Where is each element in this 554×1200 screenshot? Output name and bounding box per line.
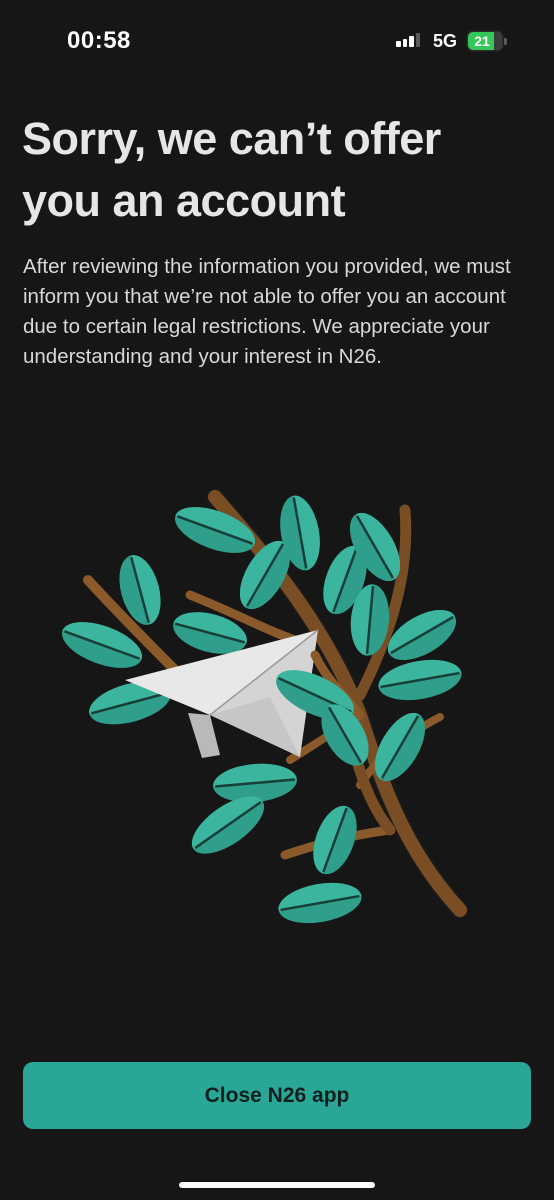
battery-tip	[504, 38, 507, 45]
status-bar: 00:58 5G 21	[0, 0, 554, 84]
close-app-button[interactable]: Close N26 app	[23, 1062, 531, 1129]
page-title: Sorry, we can’t offer you an account	[22, 113, 441, 226]
cellular-signal-icon	[396, 33, 422, 47]
network-type: 5G	[433, 31, 458, 51]
home-indicator[interactable]	[179, 1182, 375, 1188]
rejection-message: After reviewing the information you prov…	[23, 255, 511, 368]
battery-level-text: 21	[474, 33, 490, 49]
status-time: 00:58	[67, 27, 131, 54]
paper-plane-in-branches-illustration	[60, 488, 469, 931]
battery-charging-icon: 21	[468, 32, 502, 50]
